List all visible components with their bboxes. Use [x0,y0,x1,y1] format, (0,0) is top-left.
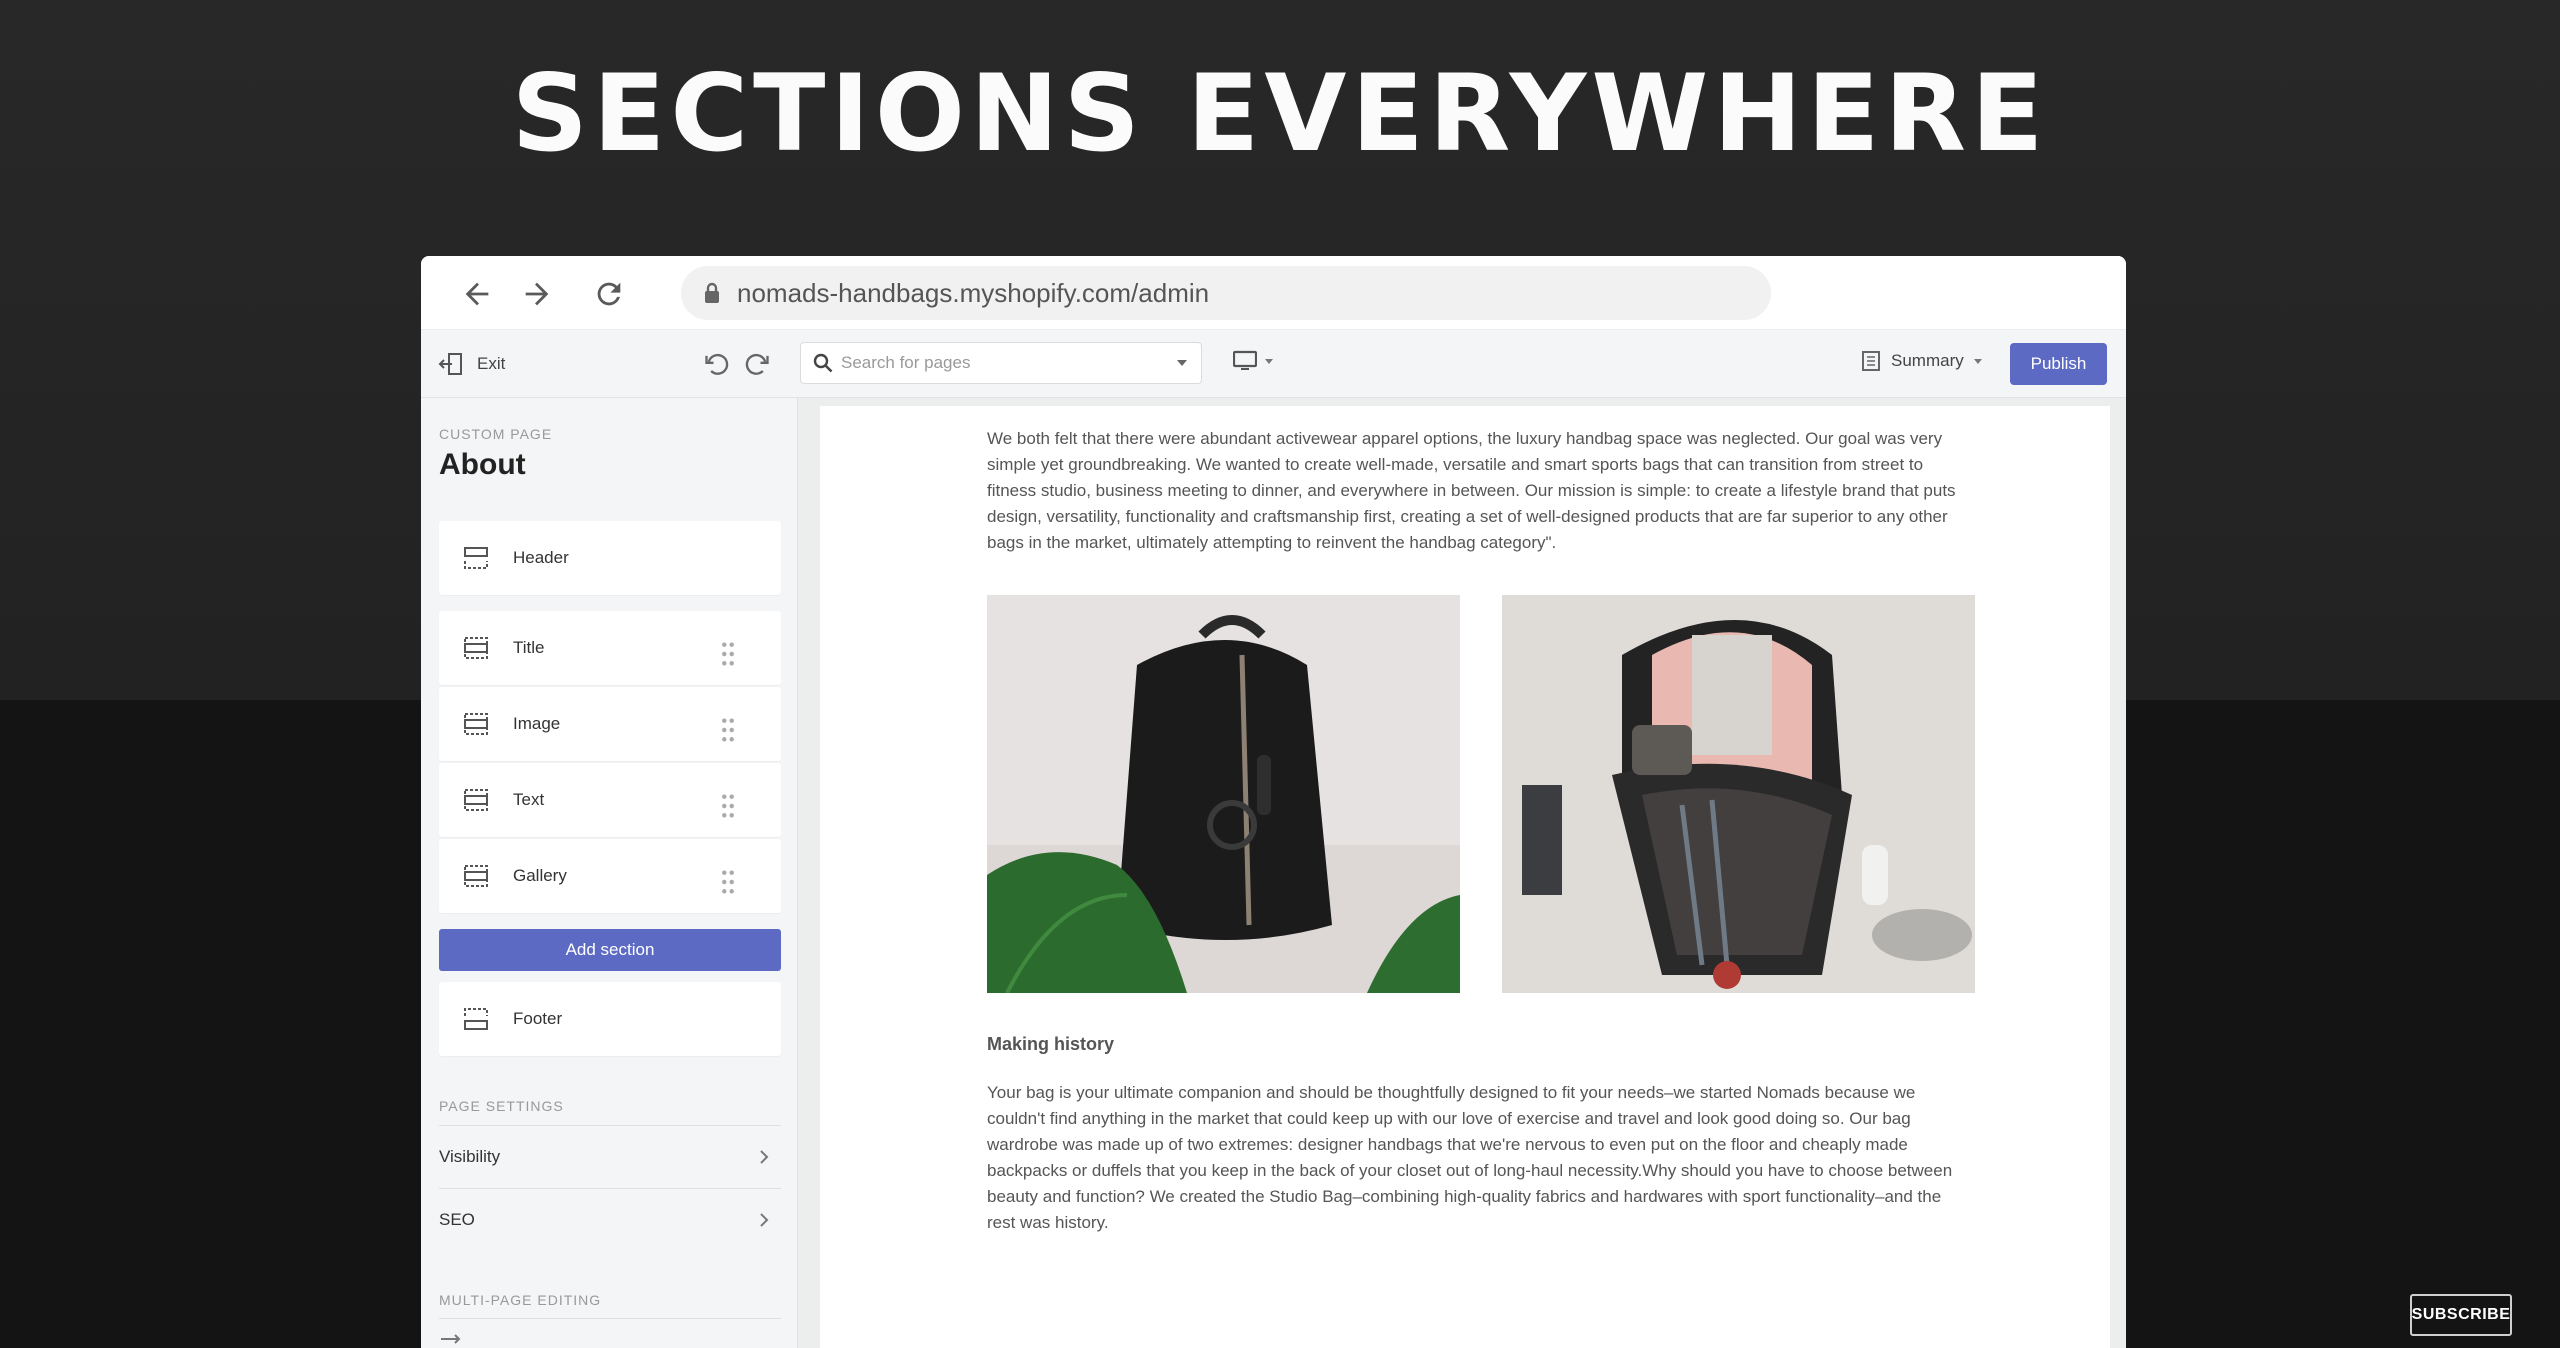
address-bar[interactable]: nomads-handbags.myshopify.com/admin [681,266,1771,320]
exit-icon [438,353,462,375]
subscribe-button[interactable]: SUBSCRIBE [2410,1294,2512,1336]
section-header-icon [464,547,488,569]
section-icon [464,865,488,887]
browser-bar: nomads-handbags.myshopify.com/admin [421,256,2126,330]
summary-icon [1862,351,1880,371]
arrow-right-icon [525,282,549,306]
undo-icon[interactable] [703,350,731,378]
redo-icon[interactable] [743,350,771,378]
section-item-gallery[interactable]: Gallery [439,839,781,913]
search-placeholder: Search for pages [841,353,971,372]
section-item-footer[interactable]: Footer [439,982,781,1056]
page-title: About [439,448,526,481]
drag-handle-icon[interactable] [715,717,741,743]
sections-sidebar: CUSTOM PAGE About Header Title Image Tex… [421,398,798,1348]
page-type-label: CUSTOM PAGE [439,426,553,442]
section-icon [464,637,488,659]
exit-button[interactable]: Exit [437,348,505,380]
section-icon [464,789,488,811]
video-headline: SECTIONS EVERYWHERE [511,52,2049,175]
exit-label: Exit [477,354,506,373]
section-icon [464,713,488,735]
section-label: Title [513,638,545,657]
intro-paragraph: We both felt that there were abundant ac… [987,429,1956,552]
summary-label: Summary [1891,351,1964,370]
section-subheading: Making history [987,1034,1115,1054]
divider [439,1318,781,1319]
reload-button[interactable] [587,272,631,316]
browser-window: nomads-handbags.myshopify.com/admin Exit… [421,256,2126,1348]
section-label: Text [513,790,545,809]
desktop-icon [1233,350,1257,370]
page-preview: We both felt that there were abundant ac… [798,398,2126,1348]
reload-icon [597,282,621,306]
multi-page-icon [441,1334,461,1344]
section-label: Gallery [513,866,567,885]
setting-label: SEO [439,1209,475,1229]
chevron-down-icon [1265,358,1273,364]
chevron-down-icon [1973,358,1982,364]
url-text: nomads-handbags.myshopify.com/admin [737,277,1210,308]
device-preview-select[interactable] [1233,350,1273,372]
section-label: Image [513,714,561,733]
search-icon [813,353,833,373]
section-item-title[interactable]: Title [439,611,781,685]
page-search-select[interactable]: Search for pages [800,342,1202,384]
body-paragraph: Your bag is your ultimate companion and … [987,1083,1953,1232]
gallery-image-backpack-closed[interactable] [987,595,1460,993]
editor-toolbar: Exit Search for pages Summary Publish [421,330,2126,398]
visibility-setting[interactable]: Visibility [439,1125,781,1187]
setting-label: Visibility [439,1146,501,1166]
drag-handle-icon[interactable] [715,793,741,819]
summary-menu[interactable]: Summary [1861,350,1982,372]
publish-button[interactable]: Publish [2010,343,2107,385]
section-label: Header [513,548,569,567]
chevron-down-icon [1177,360,1187,366]
seo-setting[interactable]: SEO [439,1188,781,1250]
section-footer-icon [464,1008,488,1030]
section-label: Footer [513,1009,563,1028]
multi-page-heading: MULTI-PAGE EDITING [439,1292,602,1308]
section-item-text[interactable]: Text [439,763,781,837]
chevron-right-icon [760,1149,769,1164]
chevron-right-icon [760,1212,769,1227]
backpack-photo [987,595,1460,993]
arrow-left-icon [465,282,489,306]
forward-button[interactable] [515,272,559,316]
lock-icon [705,282,719,303]
back-button[interactable] [455,272,499,316]
section-item-header[interactable]: Header [439,521,781,595]
preview-page: We both felt that there were abundant ac… [820,406,2110,1348]
gallery-image-backpack-open[interactable] [1502,595,1975,993]
add-section-button[interactable]: Add section [439,929,781,971]
page-settings-heading: PAGE SETTINGS [439,1098,564,1114]
section-item-image[interactable]: Image [439,687,781,761]
backpack-open-photo [1502,595,1975,993]
drag-handle-icon[interactable] [715,641,741,667]
drag-handle-icon[interactable] [715,869,741,895]
